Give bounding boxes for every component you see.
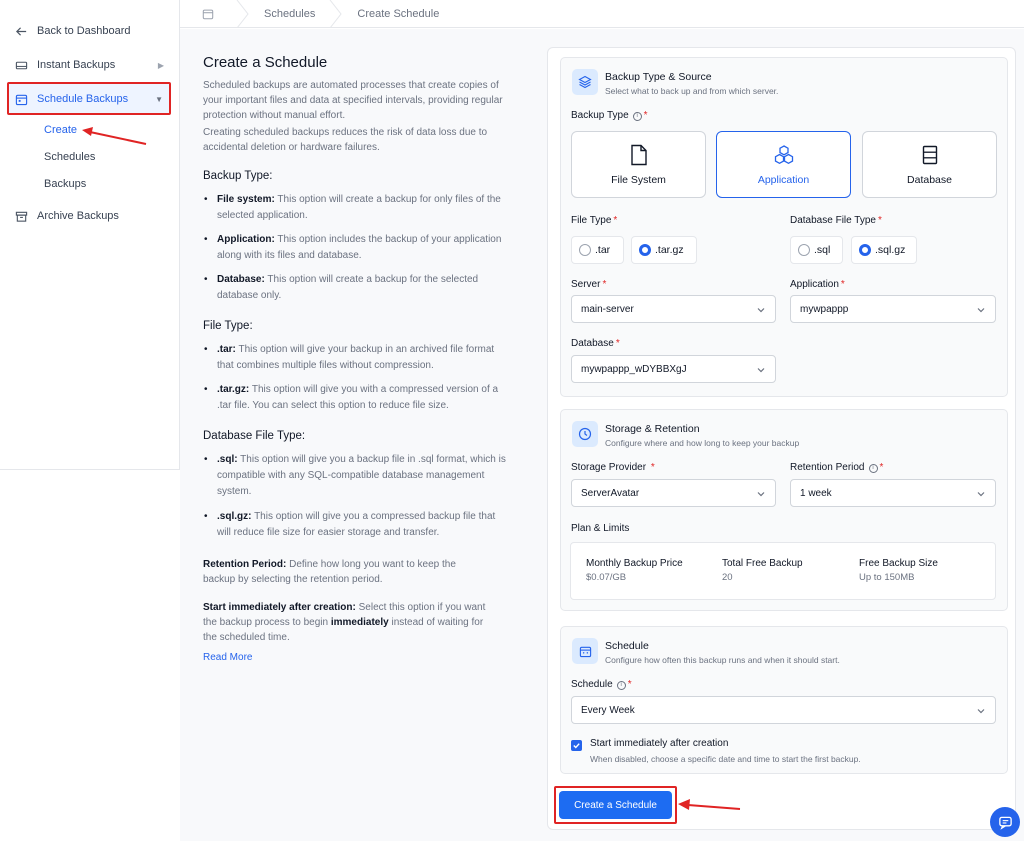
list-item: .sql: This option will give you a backup…	[204, 452, 507, 500]
sidebar-item-back-to-dashboard[interactable]: Back to Dashboard	[0, 16, 180, 46]
calendar-icon[interactable]	[180, 0, 236, 28]
radio-selected-icon	[639, 244, 651, 256]
schedule-label: Schedule i *	[571, 679, 632, 690]
list-item: .tar: This option will give your backup …	[204, 342, 507, 374]
info-icon: i	[632, 112, 642, 121]
chevron-down-icon	[977, 709, 985, 714]
chat-icon	[998, 816, 1012, 830]
start-immediately-hint: When disabled, choose a specific date an…	[590, 754, 861, 764]
backup-type-file-system[interactable]: File System	[571, 131, 706, 198]
breadcrumb-separator-icon	[236, 0, 249, 28]
sidebar-item-label: Instant Backups	[37, 59, 116, 71]
list-item: Application: This option includes the ba…	[204, 232, 507, 264]
cubes-icon	[773, 144, 795, 166]
backup-type-application[interactable]: Application	[716, 131, 851, 198]
breadcrumb-separator-icon	[329, 0, 343, 28]
section-subtitle: Select what to back up and from which se…	[605, 86, 779, 96]
create-schedule-button[interactable]: Create a Schedule	[559, 791, 672, 819]
archive-icon	[14, 209, 28, 223]
annotation-arrow	[678, 799, 741, 810]
intro-text: Scheduled backups are automated processe…	[203, 80, 503, 121]
plan-limits-box: Monthly Backup Price $0.07/GB Total Free …	[570, 542, 996, 600]
chevron-down-icon	[757, 308, 765, 313]
intro-text-2: Creating scheduled backups reduces the r…	[203, 127, 488, 153]
section-title: Schedule	[605, 640, 649, 652]
application-select[interactable]: mywpappp	[790, 295, 996, 323]
radio-icon	[798, 244, 810, 256]
arrow-left-icon	[14, 24, 28, 38]
plan-limits-label: Plan & Limits	[571, 523, 630, 534]
database-icon	[919, 144, 941, 166]
sidebar-subitem-schedules[interactable]: Schedules	[44, 151, 95, 163]
layers-icon	[572, 69, 598, 95]
file-type-tar-radio[interactable]: .tar	[571, 236, 624, 264]
radio-icon	[579, 244, 591, 256]
plan-free-backup-size: Free Backup Size Up to 150MB	[859, 558, 938, 583]
start-info: Start immediately after creation: Select…	[203, 602, 486, 643]
chevron-down-icon	[757, 492, 765, 497]
retention-period-select[interactable]: 1 week	[790, 479, 996, 507]
hard-drive-icon	[14, 58, 28, 72]
chevron-down-icon	[977, 308, 985, 313]
backup-type-database[interactable]: Database	[862, 131, 997, 198]
sidebar-item-instant-backups[interactable]: Instant Backups ▶	[0, 50, 180, 80]
section-title: Storage & Retention	[605, 423, 700, 435]
clock-icon	[572, 421, 598, 447]
breadcrumb-item-create-schedule: Create Schedule	[357, 7, 440, 20]
storage-provider-select[interactable]: ServerAvatar	[571, 479, 776, 507]
chevron-right-icon: ▶	[157, 60, 164, 70]
sidebar-subitem-backups[interactable]: Backups	[44, 178, 86, 190]
backup-type-label: Backup Type i *	[571, 110, 648, 121]
page-title: Create a Schedule	[203, 54, 328, 71]
info-icon: i	[868, 464, 878, 473]
list-item: File system: This option will create a b…	[204, 192, 507, 224]
chevron-down-icon	[757, 368, 765, 373]
check-icon	[573, 743, 580, 749]
server-select[interactable]: main-server	[571, 295, 776, 323]
db-file-type-sql-radio[interactable]: .sql	[790, 236, 843, 264]
sidebar: Back to Dashboard Instant Backups ▶ Sche…	[0, 0, 180, 470]
calendar-icon	[572, 638, 598, 664]
list-item: Database: This option will create a back…	[204, 272, 507, 304]
retention-info: Retention Period: Define how long you wa…	[203, 559, 456, 585]
server-label: Server *	[571, 279, 607, 290]
sidebar-item-archive-backups[interactable]: Archive Backups	[0, 201, 180, 231]
sidebar-subitem-create[interactable]: Create	[44, 124, 77, 136]
chevron-down-icon	[977, 492, 985, 497]
database-label: Database *	[571, 338, 620, 349]
plan-total-free-backup: Total Free Backup 20	[722, 558, 803, 583]
sidebar-item-label: Back to Dashboard	[37, 25, 131, 37]
storage-provider-label: Storage Provider *	[571, 462, 655, 473]
file-type-targz-radio[interactable]: .tar.gz	[631, 236, 697, 264]
db-file-type-label: Database File Type *	[790, 215, 882, 226]
schedule-select[interactable]: Every Week	[571, 696, 996, 724]
file-type-label: File Type *	[571, 215, 618, 226]
highlight-annotation	[7, 82, 171, 115]
radio-selected-icon	[859, 244, 871, 256]
read-more-link[interactable]: Read More	[203, 652, 252, 663]
db-file-type-heading: Database File Type:	[203, 430, 306, 442]
start-immediately-checkbox[interactable]	[571, 740, 582, 751]
section-subtitle: Configure where and how long to keep you…	[605, 438, 800, 448]
breadcrumb-item-schedules[interactable]: Schedules	[250, 8, 329, 20]
sidebar-item-label: Archive Backups	[37, 210, 119, 222]
plan-monthly-price: Monthly Backup Price $0.07/GB	[586, 558, 683, 583]
database-select[interactable]: mywpappp_wDYBBXgJ	[571, 355, 776, 383]
breadcrumb: Schedules Create Schedule	[180, 0, 1024, 28]
list-item: .sql.gz: This option will give you a com…	[204, 509, 507, 541]
section-title: Backup Type & Source	[605, 71, 712, 83]
list-item: .tar.gz: This option will give you with …	[204, 382, 507, 414]
application-label: Application *	[790, 279, 845, 290]
section-subtitle: Configure how often this backup runs and…	[605, 655, 840, 665]
retention-period-label: Retention Period i *	[790, 462, 884, 473]
chat-button[interactable]	[990, 807, 1020, 837]
backup-source-section: Backup Type & Source Select what to back…	[560, 57, 1008, 397]
file-type-heading: File Type:	[203, 320, 253, 332]
start-immediately-label: Start immediately after creation	[590, 738, 729, 749]
backup-type-heading: Backup Type:	[203, 170, 273, 182]
annotation-arrow	[82, 127, 147, 145]
info-icon: i	[616, 681, 626, 690]
db-file-type-sqlgz-radio[interactable]: .sql.gz	[851, 236, 917, 264]
file-icon	[628, 144, 650, 166]
